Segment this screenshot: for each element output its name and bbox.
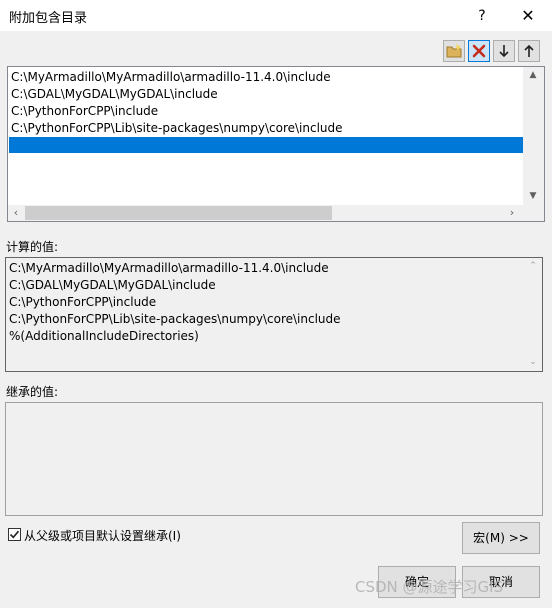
help-button[interactable]: ? bbox=[468, 4, 496, 28]
new-line-button[interactable] bbox=[443, 40, 465, 62]
scroll-left-icon[interactable]: ‹ bbox=[8, 205, 24, 221]
computed-line: %(AdditionalIncludeDirectories) bbox=[9, 329, 199, 343]
move-down-button[interactable] bbox=[493, 40, 515, 62]
window-title: 附加包含目录 bbox=[9, 11, 88, 26]
delete-line-button[interactable] bbox=[468, 40, 490, 62]
computed-values-label: 计算的值: bbox=[6, 240, 59, 254]
scroll-down-icon[interactable]: ⌄ bbox=[525, 354, 541, 370]
computed-values-box: C:\MyArmadillo\MyArmadillo\armadillo-11.… bbox=[5, 257, 543, 372]
inherit-checkbox[interactable] bbox=[8, 528, 21, 541]
arrow-down-icon bbox=[499, 45, 509, 58]
list-item[interactable]: C:\PythonForCPP\Lib\site-packages\numpy\… bbox=[11, 120, 343, 137]
include-directory-list[interactable]: C:\MyArmadillo\MyArmadillo\armadillo-11.… bbox=[7, 66, 545, 222]
computed-line: C:\MyArmadillo\MyArmadillo\armadillo-11.… bbox=[9, 261, 329, 275]
vertical-scrollbar[interactable]: ⌃ ⌄ bbox=[524, 258, 542, 371]
computed-line: C:\PythonForCPP\include bbox=[9, 295, 157, 309]
scroll-down-icon[interactable]: ▼ bbox=[525, 188, 541, 204]
scroll-right-icon[interactable]: › bbox=[504, 205, 520, 221]
arrow-up-icon bbox=[524, 44, 534, 57]
computed-line: C:\PythonForCPP\Lib\site-packages\numpy\… bbox=[9, 312, 341, 326]
delete-x-icon bbox=[472, 44, 486, 58]
inherited-values-box bbox=[5, 402, 543, 516]
scroll-up-icon[interactable]: ⌃ bbox=[525, 258, 541, 274]
horizontal-scrollbar[interactable]: ‹ › bbox=[8, 205, 544, 221]
title-bar: 附加包含目录 ? ✕ bbox=[0, 0, 552, 31]
close-button[interactable]: ✕ bbox=[514, 4, 542, 28]
selected-empty-list-item[interactable] bbox=[9, 137, 523, 153]
computed-line: C:\GDAL\MyGDAL\MyGDAL\include bbox=[9, 278, 216, 292]
scrollbar-thumb[interactable] bbox=[25, 206, 332, 220]
move-up-button[interactable] bbox=[518, 40, 540, 62]
new-folder-icon bbox=[446, 44, 462, 58]
scroll-up-icon[interactable]: ▲ bbox=[525, 67, 541, 83]
inherited-values-label: 继承的值: bbox=[6, 385, 59, 399]
checkmark-icon bbox=[9, 530, 20, 539]
vertical-scrollbar[interactable]: ▲ ▼ bbox=[523, 67, 544, 205]
list-item[interactable]: C:\PythonForCPP\include bbox=[11, 103, 158, 120]
inherit-checkbox-label[interactable]: 从父级或项目默认设置继承(I) bbox=[24, 527, 181, 544]
list-item[interactable]: C:\MyArmadillo\MyArmadillo\armadillo-11.… bbox=[11, 69, 331, 86]
watermark: CSDN @源途学习GIS bbox=[355, 578, 504, 596]
list-item[interactable]: C:\GDAL\MyGDAL\MyGDAL\include bbox=[11, 86, 218, 103]
macros-button[interactable]: 宏(M) >> bbox=[462, 522, 540, 554]
